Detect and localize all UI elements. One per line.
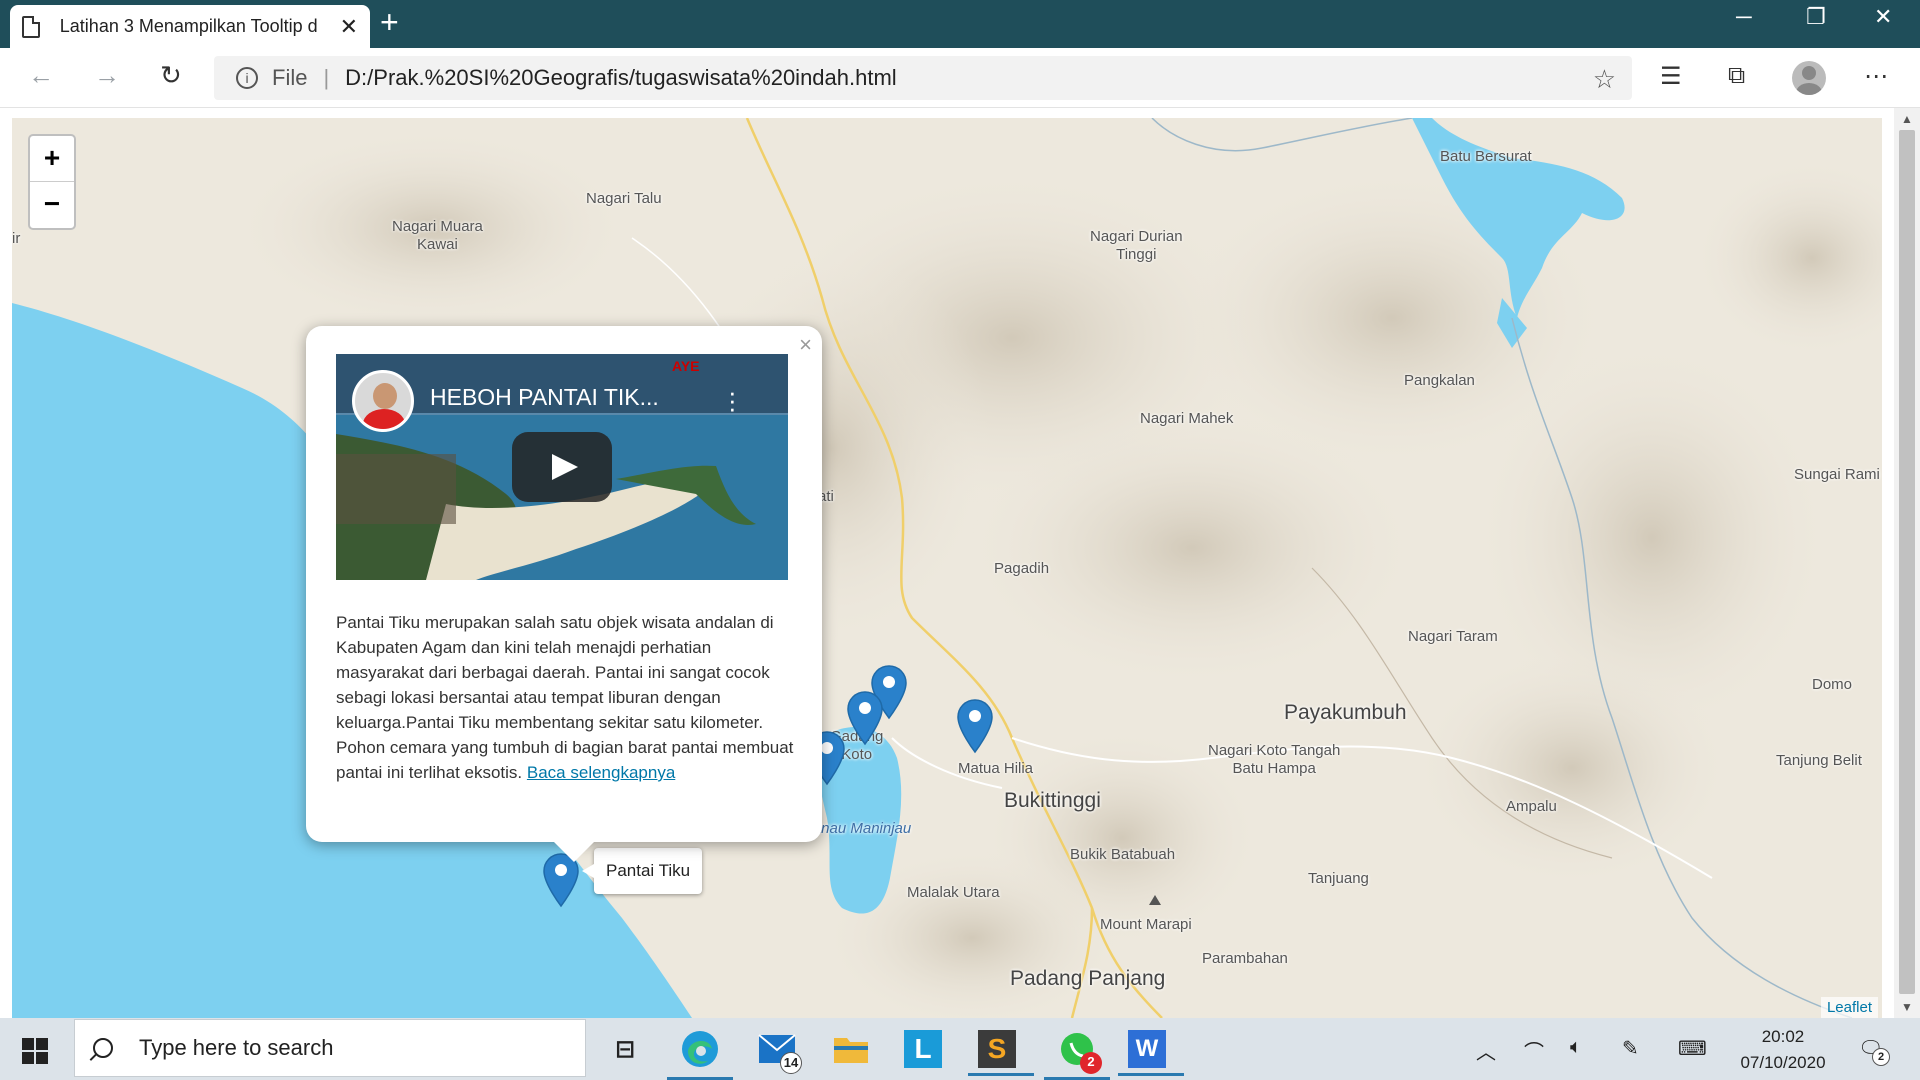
windows-start-icon[interactable]: [22, 1038, 48, 1064]
place-label: Parambahan: [1202, 950, 1288, 967]
scrollbar-thumb[interactable]: [1899, 130, 1915, 994]
new-tab-button[interactable]: +: [380, 4, 399, 41]
page-scrollbar[interactable]: ▲ ▼: [1894, 108, 1920, 1018]
document-icon: [22, 15, 40, 38]
clock-time: 20:02: [1761, 1027, 1805, 1046]
place-label: Ampalu: [1506, 798, 1557, 815]
youtube-video-embed[interactable]: HEBOH PANTAI TIK... AYE · · ·: [336, 354, 788, 580]
place-label: Nagari Mahek: [1140, 410, 1234, 427]
place-label: Malalak Utara: [907, 884, 1000, 901]
leaflet-attribution-link[interactable]: Leaflet: [1820, 997, 1878, 1018]
place-label: Mount Marapi: [1100, 916, 1192, 933]
tab-close-icon[interactable]: ✕: [340, 14, 358, 40]
keyboard-icon[interactable]: ⌨: [1678, 1036, 1707, 1061]
zoom-control: + −: [28, 134, 76, 230]
collections-icon[interactable]: ⧉: [1728, 62, 1745, 90]
taskbar-search-box[interactable]: Type here to search: [74, 1019, 586, 1077]
scroll-up-icon[interactable]: ▲: [1901, 112, 1913, 126]
place-label: ir: [12, 230, 21, 247]
pen-icon[interactable]: ✎: [1622, 1036, 1639, 1061]
tab-title: Latihan 3 Menampilkan Tooltip d: [59, 16, 318, 36]
file-explorer-icon[interactable]: [828, 1026, 874, 1072]
close-window-button[interactable]: ✕: [1874, 4, 1892, 30]
refresh-icon[interactable]: ↻: [160, 60, 182, 91]
place-label: Nagari Taram: [1408, 628, 1498, 645]
place-label: Sungai Rami: [1794, 466, 1880, 483]
favorite-star-icon[interactable]: ☆: [1593, 64, 1616, 95]
channel-avatar[interactable]: [352, 370, 414, 432]
favorites-icon[interactable]: ☰: [1660, 62, 1682, 91]
marker-tooltip: Pantai Tiku: [581, 848, 703, 894]
minimize-button[interactable]: ─: [1736, 4, 1752, 30]
place-label: Domo: [1812, 676, 1853, 693]
browser-toolbar: ← → ↻ i File | D:/Prak.%20SI%20Geografis…: [0, 48, 1920, 108]
place-label: Batu Bersurat: [1440, 148, 1532, 165]
sublime-text-icon[interactable]: S: [968, 1030, 1034, 1076]
map-marker[interactable]: [956, 698, 994, 754]
whatsapp-icon[interactable]: 2: [1044, 1026, 1110, 1080]
word-app-icon[interactable]: W: [1118, 1030, 1184, 1076]
restore-button[interactable]: ❐: [1806, 4, 1826, 30]
marker-popup: × HEBOH PANTAI TIK... AYE · · · Pantai Tik…: [306, 326, 822, 862]
wifi-icon[interactable]: ⌒: [1524, 1036, 1544, 1065]
place-label: Tanjuang: [1308, 870, 1369, 887]
play-button-icon[interactable]: [512, 432, 612, 502]
place-label: Pagadih: [994, 560, 1050, 577]
place-label: Bukittinggi: [1004, 789, 1101, 812]
clock-date: 07/10/2020: [1740, 1053, 1826, 1072]
video-menu-icon[interactable]: · · ·: [728, 379, 737, 421]
place-label: Bukik Batabuah: [1070, 846, 1176, 863]
address-bar[interactable]: i File | D:/Prak.%20SI%20Geografis/tugas…: [214, 56, 1632, 100]
place-label: Matua Hilia: [958, 760, 1034, 777]
back-arrow-icon[interactable]: ←: [28, 60, 54, 91]
video-title[interactable]: HEBOH PANTAI TIK...: [430, 384, 659, 411]
title-bar: Latihan 3 Menampilkan Tooltip d ✕ + ─ ❐ …: [0, 0, 1920, 48]
popup-tip: [552, 840, 596, 862]
whatsapp-badge: 2: [1080, 1052, 1102, 1074]
mail-badge: 14: [780, 1052, 802, 1074]
address-separator: |: [323, 65, 330, 90]
place-label: Nagari Muara Kawai: [392, 218, 483, 253]
notification-badge: 2: [1872, 1048, 1890, 1066]
edge-browser-icon[interactable]: [667, 1026, 733, 1080]
place-label: Tanjung Belit: [1776, 752, 1862, 769]
system-clock[interactable]: 20:02 07/10/2020: [1728, 1024, 1838, 1076]
zoom-out-button[interactable]: −: [30, 182, 74, 228]
place-label: Padang Panjang: [1010, 967, 1166, 990]
place-label: Nagari Durian Tinggi: [1090, 228, 1183, 263]
scroll-down-icon[interactable]: ▼: [1901, 1000, 1913, 1014]
place-label: Nagari Talu: [586, 190, 662, 207]
search-icon: [93, 1038, 113, 1058]
info-icon[interactable]: i: [236, 67, 258, 89]
windows-taskbar: Type here to search ⊟ 14 L S 2 W ︿ ⌒ 🔈︎ …: [0, 1018, 1920, 1080]
map-marker[interactable]: [846, 690, 884, 746]
l-app-icon[interactable]: L: [904, 1030, 942, 1068]
notification-icon[interactable]: 🗨︎ 2: [1858, 1036, 1890, 1066]
video-watermark: AYE: [672, 358, 700, 374]
volume-icon[interactable]: 🔈︎: [1570, 1036, 1582, 1059]
forward-arrow-icon[interactable]: →: [94, 60, 120, 91]
address-scheme: File: [272, 65, 308, 90]
read-more-link[interactable]: Baca selengkapnya: [527, 763, 675, 782]
profile-avatar[interactable]: [1792, 61, 1826, 95]
map-base-layer: [12, 118, 1882, 1018]
place-label: Nagari Koto Tangah Batu Hampa: [1208, 742, 1341, 777]
mail-icon[interactable]: 14: [754, 1026, 802, 1074]
popup-close-icon[interactable]: ×: [799, 332, 812, 358]
show-hidden-icons-icon[interactable]: ︿: [1476, 1036, 1496, 1065]
browser-tab[interactable]: Latihan 3 Menampilkan Tooltip d ✕: [10, 5, 370, 48]
more-options-icon[interactable]: ⋯: [1864, 62, 1888, 91]
place-label: Pangkalan: [1404, 372, 1475, 389]
popup-description: Pantai Tiku merupakan salah satu objek w…: [336, 610, 796, 785]
search-placeholder: Type here to search: [139, 1035, 334, 1060]
leaflet-map[interactable]: Nagari Talu Nagari Muara Kawai Nagari Du…: [12, 118, 1882, 1018]
place-label: Payakumbuh: [1284, 701, 1407, 724]
zoom-in-button[interactable]: +: [30, 136, 74, 182]
description-text: Pantai Tiku merupakan salah satu objek w…: [336, 613, 794, 782]
address-url[interactable]: D:/Prak.%20SI%20Geografis/tugaswisata%20…: [345, 65, 897, 91]
task-view-icon[interactable]: ⊟: [602, 1026, 648, 1072]
